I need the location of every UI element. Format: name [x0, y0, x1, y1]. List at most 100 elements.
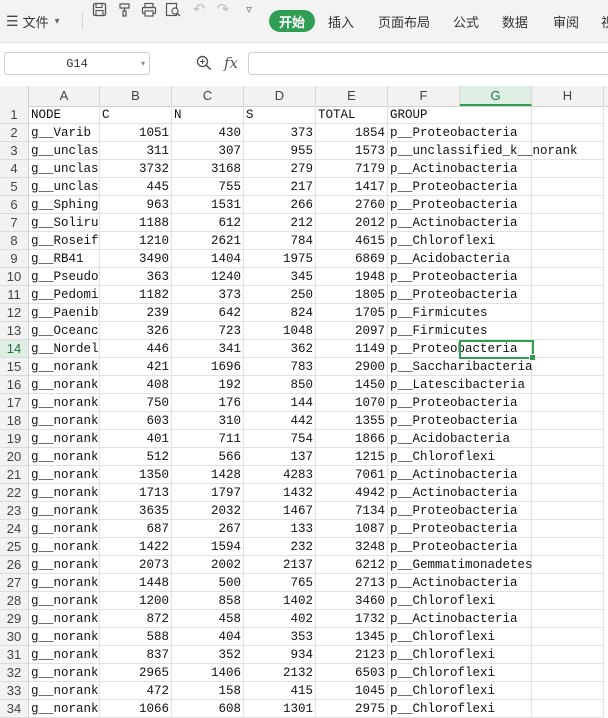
grid-cell[interactable]: [532, 178, 604, 196]
column-header-e[interactable]: E: [316, 86, 388, 106]
grid-cell[interactable]: p__Actinobacteria: [388, 610, 518, 628]
grid-cell[interactable]: g__unclas: [29, 142, 100, 160]
grid-cell[interactable]: 307: [172, 142, 244, 160]
grid-cell[interactable]: 421: [100, 358, 172, 376]
row-header[interactable]: 11: [0, 286, 29, 304]
grid-cell[interactable]: g__Oceanc: [29, 322, 100, 340]
row-header[interactable]: 34: [0, 700, 29, 718]
grid-cell[interactable]: 373: [172, 286, 244, 304]
grid-cell[interactable]: 310: [172, 412, 244, 430]
grid-cell[interactable]: p__Actinobacteria: [388, 574, 518, 592]
grid-cell[interactable]: 1432: [244, 484, 316, 502]
grid-cell[interactable]: [532, 322, 604, 340]
chevron-down-icon[interactable]: ▾: [141, 59, 145, 69]
grid-cell[interactable]: p__Actinobacteria: [388, 466, 518, 484]
grid-cell[interactable]: 1188: [100, 214, 172, 232]
grid-cell[interactable]: 7061: [316, 466, 388, 484]
zoom-search-icon[interactable]: [196, 55, 212, 75]
grid-cell[interactable]: p__Proteobacteria: [388, 178, 518, 196]
grid-cell[interactable]: 603: [100, 412, 172, 430]
grid-cell[interactable]: p__Latescibacteria: [388, 376, 525, 394]
grid-cell[interactable]: 279: [244, 160, 316, 178]
grid-cell[interactable]: [532, 502, 604, 520]
grid-cell[interactable]: [460, 106, 532, 124]
grid-cell[interactable]: 2137: [244, 556, 316, 574]
grid-cell[interactable]: 3168: [172, 160, 244, 178]
grid-cell[interactable]: 1200: [100, 592, 172, 610]
grid-cell[interactable]: 608: [172, 700, 244, 718]
grid-cell[interactable]: [532, 430, 604, 448]
grid-cell[interactable]: [532, 682, 604, 700]
grid-cell[interactable]: p__Proteobacteria: [388, 502, 518, 520]
column-header-g[interactable]: G: [460, 86, 532, 106]
grid-cell[interactable]: 1215: [316, 448, 388, 466]
grid-cell[interactable]: p__Proteobacteria: [388, 286, 518, 304]
column-header-a[interactable]: A: [29, 86, 100, 106]
grid-cell[interactable]: g__Sphing: [29, 196, 100, 214]
column-header-f[interactable]: F: [388, 86, 460, 106]
grid-cell[interactable]: p__Chloroflexi: [388, 592, 495, 610]
grid-cell[interactable]: 6503: [316, 664, 388, 682]
grid-cell[interactable]: 446: [100, 340, 172, 358]
grid-cell[interactable]: 2123: [316, 646, 388, 664]
column-header-b[interactable]: B: [100, 86, 172, 106]
grid-cell[interactable]: g__Varib: [29, 124, 100, 142]
redo-icon[interactable]: ↷: [214, 0, 232, 18]
grid-cell[interactable]: 3635: [100, 502, 172, 520]
grid-cell[interactable]: 872: [100, 610, 172, 628]
grid-cell[interactable]: [532, 196, 604, 214]
grid-cell[interactable]: g__Pseudo: [29, 268, 100, 286]
grid-cell[interactable]: 2012: [316, 214, 388, 232]
grid-cell[interactable]: [532, 592, 604, 610]
grid-cell[interactable]: [532, 628, 604, 646]
grid-cell[interactable]: 442: [244, 412, 316, 430]
grid-cell[interactable]: 345: [244, 268, 316, 286]
grid-cell[interactable]: 362: [244, 340, 316, 358]
row-header[interactable]: 13: [0, 322, 29, 340]
grid-cell[interactable]: 1210: [100, 232, 172, 250]
grid-cell[interactable]: p__Gemmatimonadetes: [388, 556, 533, 574]
tab-formulas[interactable]: 公式: [453, 0, 479, 42]
row-header[interactable]: 29: [0, 610, 29, 628]
row-header[interactable]: 18: [0, 412, 29, 430]
undo-icon[interactable]: ↶: [190, 0, 208, 18]
grid-cell[interactable]: 687: [100, 520, 172, 538]
grid-cell[interactable]: 458: [172, 610, 244, 628]
grid-cell[interactable]: p__Actinobacteria: [388, 214, 518, 232]
print-preview-icon[interactable]: [164, 0, 182, 18]
grid-cell[interactable]: 1048: [244, 322, 316, 340]
grid-cell[interactable]: 472: [100, 682, 172, 700]
grid-cell[interactable]: 1705: [316, 304, 388, 322]
tab-page-layout[interactable]: 页面布局: [378, 0, 430, 42]
grid-cell[interactable]: 1854: [316, 124, 388, 142]
grid-cell[interactable]: 212: [244, 214, 316, 232]
grid-cell[interactable]: 1404: [172, 250, 244, 268]
grid-cell[interactable]: 1406: [172, 664, 244, 682]
row-header[interactable]: 1: [0, 106, 29, 124]
grid-cell[interactable]: p__Firmicutes: [388, 322, 488, 340]
select-all-corner[interactable]: [0, 86, 29, 106]
grid-cell[interactable]: 1070: [316, 394, 388, 412]
grid-cell[interactable]: p__Chloroflexi: [388, 448, 495, 466]
grid-cell[interactable]: 4615: [316, 232, 388, 250]
grid-cell[interactable]: [532, 214, 604, 232]
grid-cell[interactable]: 2975: [316, 700, 388, 718]
grid-cell[interactable]: 837: [100, 646, 172, 664]
grid-cell[interactable]: g__Nordel: [29, 340, 100, 358]
header-cell[interactable]: N: [172, 106, 244, 124]
grid-cell[interactable]: [532, 358, 604, 376]
row-header[interactable]: 25: [0, 538, 29, 556]
column-header-h[interactable]: H: [532, 86, 604, 106]
tab-home[interactable]: 开始: [269, 10, 316, 32]
grid-cell[interactable]: 2002: [172, 556, 244, 574]
format-painter-icon[interactable]: [115, 0, 133, 18]
grid-cell[interactable]: 755: [172, 178, 244, 196]
grid-cell[interactable]: 6212: [316, 556, 388, 574]
grid-cell[interactable]: 1402: [244, 592, 316, 610]
grid-cell[interactable]: 783: [244, 358, 316, 376]
row-header[interactable]: 21: [0, 466, 29, 484]
grid-cell[interactable]: 326: [100, 322, 172, 340]
grid-cell[interactable]: p__Chloroflexi: [388, 664, 495, 682]
grid-cell[interactable]: 2032: [172, 502, 244, 520]
header-cell[interactable]: C: [100, 106, 172, 124]
